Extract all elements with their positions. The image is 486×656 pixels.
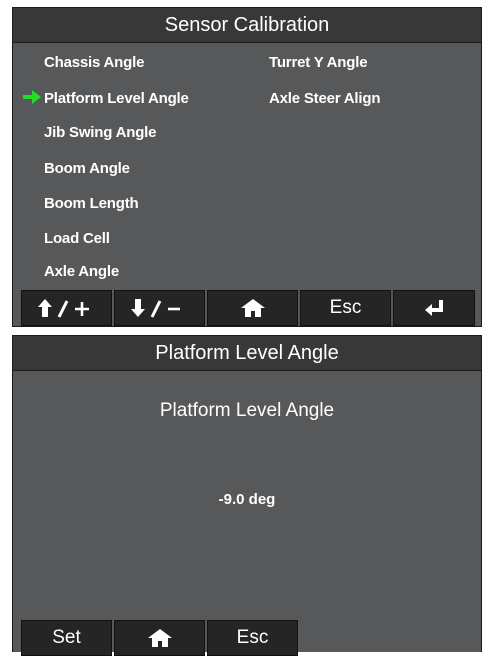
home-key[interactable] (114, 620, 205, 656)
sensor-calibration-screen: Sensor Calibration Chassis Angle Platfor… (12, 7, 482, 327)
enter-icon (425, 300, 443, 316)
menu-item-axle-steer-align[interactable]: Axle Steer Align (269, 90, 380, 107)
home-icon (147, 629, 172, 647)
screen-title: Platform Level Angle (13, 336, 481, 371)
reading-heading: Platform Level Angle (159, 400, 335, 421)
screen-title: Sensor Calibration (13, 8, 481, 43)
down-minus-icon (130, 299, 180, 318)
set-key[interactable]: Set (21, 620, 112, 656)
home-key[interactable] (207, 290, 298, 326)
menu-item-boom-length[interactable]: Boom Length (44, 195, 139, 212)
softkey-bar: Esc (13, 290, 481, 326)
up-plus-icon (37, 299, 89, 318)
down-minus-key[interactable] (114, 290, 205, 326)
home-icon (240, 299, 265, 317)
menu-item-turret-y-angle[interactable]: Turret Y Angle (269, 54, 368, 71)
selection-arrow-icon (23, 90, 41, 104)
enter-key[interactable] (393, 290, 475, 326)
up-plus-key[interactable] (21, 290, 112, 326)
menu-item-platform-level-angle[interactable]: Platform Level Angle (44, 90, 189, 107)
menu-item-chassis-angle[interactable]: Chassis Angle (44, 54, 144, 71)
platform-level-angle-screen: Platform Level Angle Platform Level Angl… (12, 335, 482, 656)
angle-value: -9.0 deg (218, 491, 276, 508)
menu-item-jib-swing-angle[interactable]: Jib Swing Angle (44, 124, 156, 141)
menu-item-boom-angle[interactable]: Boom Angle (44, 160, 130, 177)
esc-key[interactable]: Esc (300, 290, 391, 326)
menu-item-load-cell[interactable]: Load Cell (44, 230, 110, 247)
softkey-bar: Set Esc (13, 620, 481, 656)
menu-item-axle-angle[interactable]: Axle Angle (44, 263, 119, 280)
esc-key[interactable]: Esc (207, 620, 298, 656)
